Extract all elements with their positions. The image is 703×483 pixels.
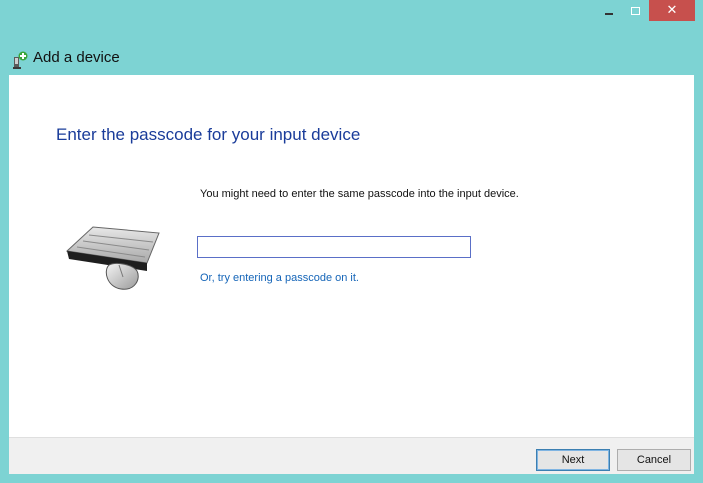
add-device-icon (13, 51, 28, 69)
next-button[interactable]: Next (536, 449, 610, 471)
minimize-icon (605, 12, 613, 15)
maximize-icon (631, 6, 640, 15)
minimize-button[interactable] (596, 0, 622, 21)
keyboard-mouse-icon (65, 226, 160, 290)
passcode-input[interactable] (197, 236, 471, 258)
dialog-footer: Next Cancel (9, 437, 694, 474)
page-heading: Enter the passcode for your input device (56, 125, 361, 144)
close-button[interactable]: ✕ (649, 0, 695, 21)
title-bar[interactable]: ✕ (0, 0, 703, 32)
close-icon: ✕ (666, 3, 678, 18)
try-passcode-on-device-link[interactable]: Or, try entering a passcode on it. (200, 272, 359, 284)
instruction-text: You might need to enter the same passcod… (200, 188, 519, 200)
dialog-header: Add a device (0, 40, 703, 76)
window-title: Add a device (33, 49, 120, 66)
cancel-button[interactable]: Cancel (617, 449, 691, 471)
add-device-window: ✕ Add a device Enter the passcode for yo… (0, 0, 703, 483)
window-controls: ✕ (596, 0, 695, 22)
dialog-content: Enter the passcode for your input device… (9, 75, 694, 437)
maximize-button[interactable] (622, 0, 649, 21)
